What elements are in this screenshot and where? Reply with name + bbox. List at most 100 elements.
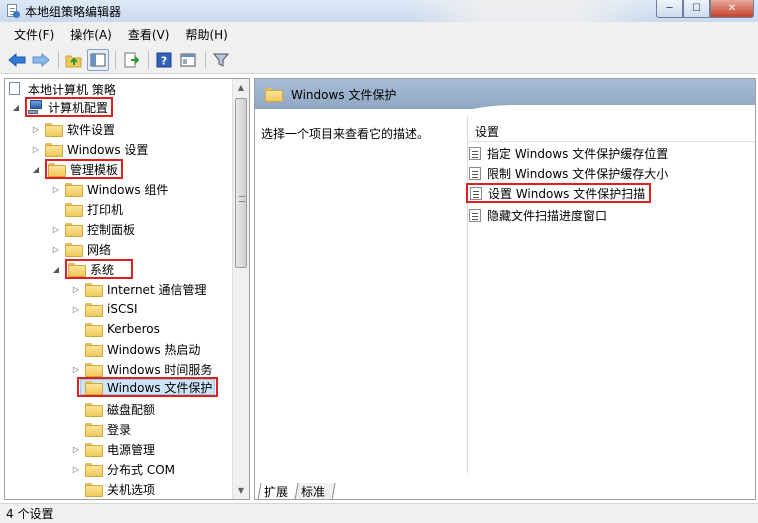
- menu-view[interactable]: 查看(V): [120, 26, 178, 43]
- tree-node-control-panel[interactable]: ▷ 控制面板: [51, 219, 135, 239]
- selected-row-highlight: Windows 文件保护: [80, 379, 216, 395]
- tree-label: 计算机配置: [48, 100, 109, 115]
- setting-item-hide-progress[interactable]: 隐藏文件扫描进度窗口: [469, 205, 607, 225]
- expand-arrow-icon[interactable]: ▷: [71, 304, 81, 314]
- folder-icon: [85, 323, 103, 337]
- tree-label: 控制面板: [87, 222, 136, 237]
- setting-item-cache-size[interactable]: 限制 Windows 文件保护缓存大小: [469, 163, 668, 183]
- red-highlight-box: 计算机配置: [25, 97, 114, 117]
- tree-label: 网络: [87, 242, 112, 257]
- policy-setting-icon: [469, 166, 481, 180]
- svg-text:?: ?: [161, 54, 167, 67]
- folder-icon: [85, 381, 103, 395]
- close-button[interactable]: ✕: [710, 0, 754, 18]
- tree-node-windows-components[interactable]: ▷ Windows 组件: [51, 179, 168, 199]
- collapse-arrow-icon[interactable]: ◢: [31, 164, 41, 174]
- scroll-down-arrow-icon[interactable]: ▼: [233, 482, 249, 499]
- policy-document-icon: [9, 82, 23, 96]
- tree-label: 打印机: [87, 202, 124, 217]
- setting-item-cache-location[interactable]: 指定 Windows 文件保护缓存位置: [469, 143, 668, 163]
- group-policy-app-icon: [6, 4, 20, 18]
- header-curve-decoration: [455, 105, 755, 119]
- menu-bar: 文件(F) 操作(A) 查看(V) 帮助(H): [0, 22, 758, 46]
- tree-node-shutdown-options[interactable]: 关机选项: [85, 479, 155, 499]
- tree-label: Windows 时间服务: [107, 362, 213, 377]
- tree-node-windows-settings[interactable]: ▷ Windows 设置: [31, 139, 148, 159]
- expand-arrow-icon[interactable]: ▷: [51, 224, 61, 234]
- tree-node-windows-file-protection[interactable]: Windows 文件保护: [77, 377, 219, 397]
- toolbar-separator: [148, 50, 149, 69]
- tree-node-local-computer-policy[interactable]: 本地计算机 策略: [9, 79, 116, 99]
- folder-icon: [65, 223, 83, 237]
- expand-arrow-icon[interactable]: ▷: [71, 444, 81, 454]
- tree-node-disk-quota[interactable]: 磁盘配额: [85, 399, 155, 419]
- collapse-arrow-icon[interactable]: ◢: [11, 102, 21, 112]
- expand-arrow-icon[interactable]: ▷: [51, 244, 61, 254]
- menu-file[interactable]: 文件(F): [6, 26, 62, 43]
- tree-node-internet-communication[interactable]: ▷ Internet 通信管理: [71, 279, 206, 299]
- tree-node-system[interactable]: ◢ 系统: [51, 259, 134, 279]
- column-divider: [467, 117, 468, 473]
- red-highlight-box: 管理模板: [45, 159, 124, 179]
- menu-action[interactable]: 操作(A): [62, 26, 120, 43]
- scrollbar-grip-icon: [239, 196, 245, 202]
- toolbar-separator: [115, 50, 116, 69]
- expand-arrow-icon[interactable]: ▷: [31, 144, 41, 154]
- window-title: 本地组策略编辑器: [25, 4, 122, 19]
- menu-help[interactable]: 帮助(H): [177, 26, 235, 43]
- expand-arrow-icon[interactable]: ▷: [51, 184, 61, 194]
- tab-standard[interactable]: 标准: [294, 483, 336, 499]
- expand-arrow-icon[interactable]: ▷: [71, 364, 81, 374]
- toolbar-separator: [58, 50, 59, 69]
- navigation-tree: 本地计算机 策略 ◢ 计算机配置 ▷ 软件设置 ▷ Windows 设置 ◢ 管…: [4, 78, 250, 500]
- tree-node-network[interactable]: ▷ 网络: [51, 239, 111, 259]
- scrollbar-thumb[interactable]: [235, 98, 247, 268]
- show-hide-tree-button[interactable]: [87, 48, 109, 71]
- settings-column-header[interactable]: 设置: [475, 123, 499, 140]
- forward-button[interactable]: [30, 49, 52, 71]
- tree-node-logon[interactable]: 登录: [85, 419, 131, 439]
- setting-label: 隐藏文件扫描进度窗口: [487, 208, 608, 223]
- status-text: 4 个设置: [6, 507, 54, 521]
- folder-icon: [85, 443, 103, 457]
- tree-node-computer-configuration[interactable]: ◢ 计算机配置: [11, 97, 114, 117]
- column-header-divider: [467, 141, 755, 142]
- up-folder-button[interactable]: [63, 49, 85, 71]
- setting-label: 设置 Windows 文件保护扫描: [488, 186, 646, 201]
- tree-node-windows-time-service[interactable]: ▷ Windows 时间服务: [71, 359, 212, 379]
- details-pane: Windows 文件保护 选择一个项目来查看它的描述。 设置 指定 Window…: [254, 78, 756, 500]
- properties-button[interactable]: [177, 49, 199, 71]
- tree-node-windows-hotstart[interactable]: Windows 热启动: [85, 339, 200, 359]
- arrow-right-icon: [32, 52, 50, 67]
- policy-setting-icon: [469, 208, 481, 222]
- tab-label: 标准: [301, 484, 326, 499]
- tree-node-software-settings[interactable]: ▷ 软件设置: [31, 119, 115, 139]
- tree-node-kerberos[interactable]: Kerberos: [85, 319, 160, 339]
- minimize-button[interactable]: ─: [656, 0, 683, 18]
- expand-arrow-icon[interactable]: ▷: [71, 284, 81, 294]
- expand-arrow-icon[interactable]: ▷: [71, 464, 81, 474]
- collapse-arrow-icon[interactable]: ◢: [51, 264, 61, 274]
- setting-item-scanning[interactable]: 设置 Windows 文件保护扫描: [466, 183, 652, 203]
- red-highlight-box: 系统: [65, 259, 134, 279]
- tree-label: 软件设置: [67, 122, 116, 137]
- tree-node-iscsi[interactable]: ▷ iSCSI: [71, 299, 138, 319]
- status-bar: 4 个设置: [0, 503, 758, 523]
- help-button[interactable]: ?: [153, 49, 175, 71]
- folder-icon: [85, 303, 103, 317]
- tab-extended[interactable]: 扩展: [257, 483, 299, 499]
- filter-button[interactable]: [210, 49, 232, 71]
- tab-label: 扩展: [264, 484, 289, 499]
- window-controls: ─ ☐ ✕: [656, 0, 754, 18]
- tree-node-printers[interactable]: 打印机: [65, 199, 123, 219]
- tree-node-distributed-com[interactable]: ▷ 分布式 COM: [71, 459, 175, 479]
- back-button[interactable]: [6, 49, 28, 71]
- expand-arrow-icon[interactable]: ▷: [31, 124, 41, 134]
- maximize-button[interactable]: ☐: [683, 0, 710, 18]
- tree-label: 关机选项: [107, 482, 156, 497]
- tree-node-administrative-templates[interactable]: ◢ 管理模板: [31, 159, 124, 179]
- tree-node-power-management[interactable]: ▷ 电源管理: [71, 439, 155, 459]
- tree-vertical-scrollbar[interactable]: ▲ ▼: [232, 79, 249, 499]
- scroll-up-arrow-icon[interactable]: ▲: [233, 79, 249, 96]
- export-list-button[interactable]: [120, 49, 142, 71]
